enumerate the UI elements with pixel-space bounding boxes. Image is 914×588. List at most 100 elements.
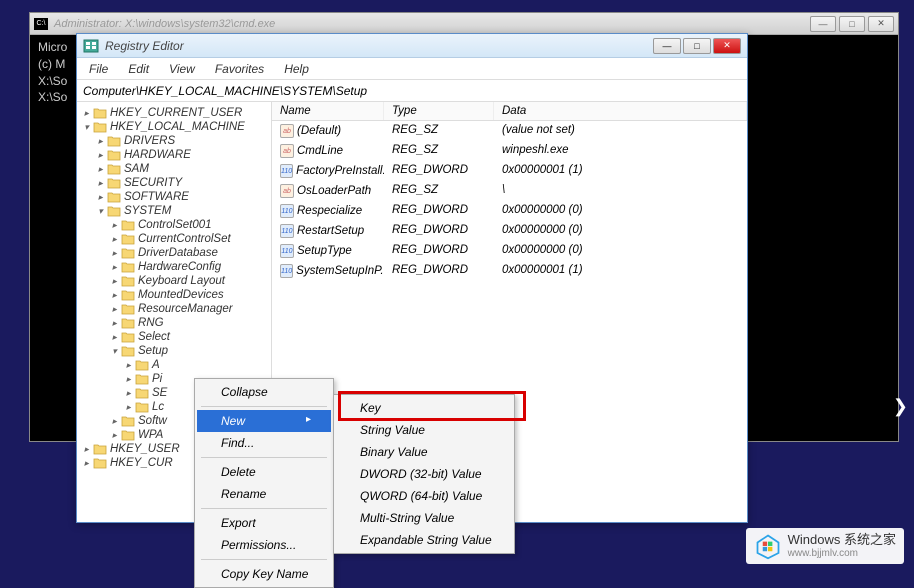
address-bar[interactable] <box>77 80 747 102</box>
separator <box>201 457 327 458</box>
tree-toggle-icon[interactable]: ▸ <box>123 402 134 413</box>
tree-hklm-system[interactable]: ▾SYSTEM <box>77 204 271 218</box>
context-collapse[interactable]: Collapse <box>197 381 331 403</box>
tree-toggle-icon[interactable]: ▾ <box>81 122 92 133</box>
value-row[interactable]: 110FactoryPreInstall...REG_DWORD0x000000… <box>272 161 747 181</box>
tree-hklm-drivers[interactable]: ▸DRIVERS <box>77 134 271 148</box>
tree-toggle-icon[interactable]: ▸ <box>123 374 134 385</box>
close-button[interactable]: ✕ <box>713 38 741 54</box>
tree-toggle-icon[interactable]: ▸ <box>109 332 120 343</box>
tree-toggle-icon[interactable]: ▸ <box>109 318 120 329</box>
tree-toggle-icon[interactable]: ▸ <box>123 360 134 371</box>
submenu-qword[interactable]: QWORD (64-bit) Value <box>336 485 512 507</box>
tree-toggle-icon[interactable]: ▸ <box>95 150 106 161</box>
column-type[interactable]: Type <box>384 102 494 120</box>
tree-toggle-icon[interactable]: ▸ <box>109 248 120 259</box>
tree-toggle-icon[interactable]: ▸ <box>123 388 134 399</box>
tree-toggle-icon[interactable]: ▸ <box>109 276 120 287</box>
tree-toggle-icon[interactable]: ▸ <box>109 430 120 441</box>
value-row[interactable]: 110SetupTypeREG_DWORD0x00000000 (0) <box>272 241 747 261</box>
tree-hkcu[interactable]: ▸HKEY_CURRENT_USER <box>77 106 271 120</box>
address-input[interactable] <box>83 84 741 98</box>
tree-toggle-icon[interactable]: ▸ <box>81 444 92 455</box>
tree-toggle-icon[interactable]: ▸ <box>109 220 120 231</box>
folder-icon <box>107 177 121 189</box>
tree-system-rng[interactable]: ▸RNG <box>77 316 271 330</box>
tree-hklm-hardware[interactable]: ▸HARDWARE <box>77 148 271 162</box>
minimize-button[interactable]: — <box>810 16 836 32</box>
value-name: FactoryPreInstall... <box>296 165 384 177</box>
tree-toggle-icon[interactable]: ▸ <box>95 136 106 147</box>
tree-system-keyboardlayout[interactable]: ▸Keyboard Layout <box>77 274 271 288</box>
tree-toggle-icon[interactable]: ▸ <box>95 178 106 189</box>
tree-system-controlset001[interactable]: ▸ControlSet001 <box>77 218 271 232</box>
submenu-binary[interactable]: Binary Value <box>336 441 512 463</box>
dword-value-icon: 110 <box>280 224 294 238</box>
minimize-button[interactable]: — <box>653 38 681 54</box>
value-name: Respecialize <box>297 205 362 217</box>
maximize-button[interactable]: □ <box>683 38 711 54</box>
tree-system-setup[interactable]: ▾ Setup <box>77 344 271 358</box>
regedit-icon <box>83 38 99 54</box>
tree-system-resourcemanager[interactable]: ▸ResourceManager <box>77 302 271 316</box>
submenu-expandable-string[interactable]: Expandable String Value <box>336 529 512 551</box>
tree-toggle-icon[interactable]: ▸ <box>109 304 120 315</box>
submenu-key[interactable]: Key <box>336 397 512 419</box>
value-row[interactable]: 110RestartSetupREG_DWORD0x00000000 (0) <box>272 221 747 241</box>
tree-label: Softw <box>138 415 167 427</box>
menu-edit[interactable]: Edit <box>120 60 157 78</box>
close-button[interactable]: ✕ <box>868 16 894 32</box>
tree-hklm-sam[interactable]: ▸SAM <box>77 162 271 176</box>
value-row[interactable]: abCmdLineREG_SZwinpeshl.exe <box>272 141 747 161</box>
value-row[interactable]: 110RespecializeREG_DWORD0x00000000 (0) <box>272 201 747 221</box>
context-delete[interactable]: Delete <box>197 461 331 483</box>
context-rename[interactable]: Rename <box>197 483 331 505</box>
maximize-button[interactable]: □ <box>839 16 865 32</box>
tree-toggle-icon[interactable]: ▸ <box>109 290 120 301</box>
tree-setup-a[interactable]: ▸A <box>77 358 271 372</box>
column-name[interactable]: Name <box>272 102 384 120</box>
menu-view[interactable]: View <box>161 60 203 78</box>
folder-icon <box>121 303 135 315</box>
tree-label: HKEY_LOCAL_MACHINE <box>110 121 245 133</box>
context-permissions[interactable]: Permissions... <box>197 534 331 556</box>
context-new[interactable]: New <box>197 410 331 432</box>
value-row[interactable]: ab(Default)REG_SZ(value not set) <box>272 121 747 141</box>
tree-toggle-icon[interactable]: ▸ <box>95 164 106 175</box>
context-copy-key-name[interactable]: Copy Key Name <box>197 563 331 585</box>
separator <box>201 406 327 407</box>
submenu-dword[interactable]: DWORD (32-bit) Value <box>336 463 512 485</box>
column-data[interactable]: Data <box>494 102 747 120</box>
tree-label: Setup <box>138 345 168 357</box>
separator <box>201 508 327 509</box>
tree-hklm-security[interactable]: ▸SECURITY <box>77 176 271 190</box>
menu-file[interactable]: File <box>81 60 116 78</box>
tree-hklm-software[interactable]: ▸SOFTWARE <box>77 190 271 204</box>
tree-toggle-icon[interactable]: ▾ <box>95 206 106 217</box>
tree-toggle-icon[interactable]: ▸ <box>109 416 120 427</box>
value-row[interactable]: abOsLoaderPathREG_SZ\ <box>272 181 747 201</box>
context-find[interactable]: Find... <box>197 432 331 454</box>
tree-toggle-icon[interactable]: ▸ <box>109 262 120 273</box>
menu-favorites[interactable]: Favorites <box>207 60 272 78</box>
tree-system-select[interactable]: ▸Select <box>77 330 271 344</box>
value-row[interactable]: 110SystemSetupInP...REG_DWORD0x00000001 … <box>272 261 747 281</box>
next-arrow-icon[interactable]: ❯ <box>887 390 914 423</box>
tree-hklm[interactable]: ▾ HKEY_LOCAL_MACHINE <box>77 120 271 134</box>
menu-help[interactable]: Help <box>276 60 317 78</box>
context-export[interactable]: Export <box>197 512 331 534</box>
value-name: SystemSetupInP... <box>296 265 384 277</box>
tree-system-driverdatabase[interactable]: ▸DriverDatabase <box>77 246 271 260</box>
tree-toggle-icon[interactable]: ▸ <box>109 234 120 245</box>
tree-toggle-icon[interactable]: ▾ <box>109 346 120 357</box>
tree-toggle-icon[interactable]: ▸ <box>81 108 92 119</box>
tree-label: WPA <box>138 429 163 441</box>
tree-system-mounteddevices[interactable]: ▸MountedDevices <box>77 288 271 302</box>
tree-system-currentcontrolset[interactable]: ▸CurrentControlSet <box>77 232 271 246</box>
tree-toggle-icon[interactable]: ▸ <box>95 192 106 203</box>
value-name: SetupType <box>297 245 352 257</box>
tree-system-hardwareconfig[interactable]: ▸HardwareConfig <box>77 260 271 274</box>
submenu-multi-string[interactable]: Multi-String Value <box>336 507 512 529</box>
tree-toggle-icon[interactable]: ▸ <box>81 458 92 469</box>
submenu-string[interactable]: String Value <box>336 419 512 441</box>
